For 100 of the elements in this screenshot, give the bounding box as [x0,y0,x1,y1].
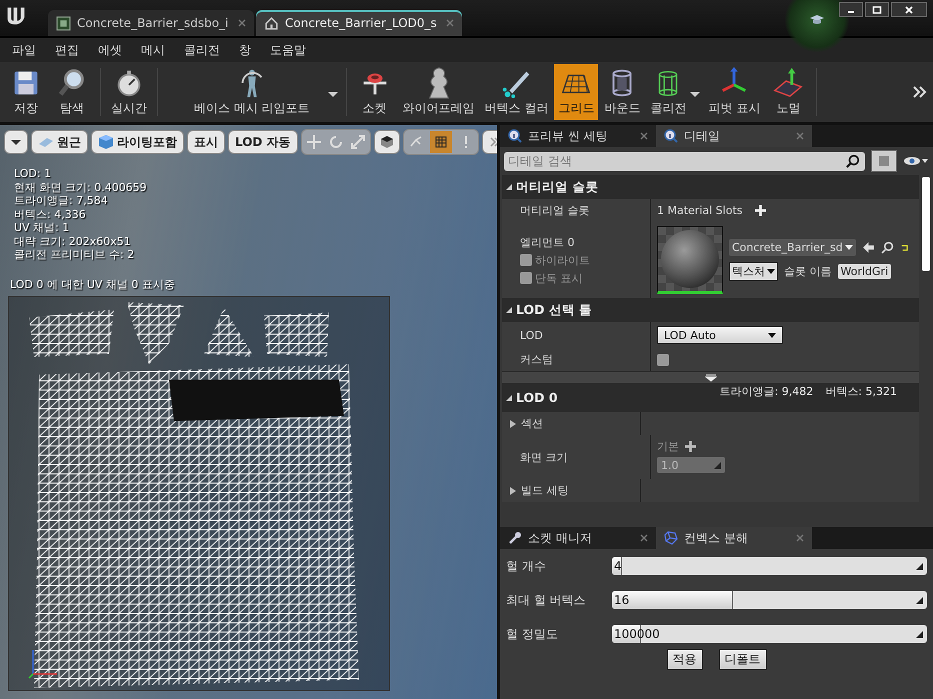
close-icon [904,4,914,14]
close-icon[interactable] [640,132,648,140]
menu-item[interactable]: 도움말 [270,42,306,58]
close-icon[interactable] [238,19,246,27]
toolbar-button[interactable]: 와이어프레임 [398,64,479,120]
maximize-icon [872,4,882,14]
maximize-button[interactable] [865,2,889,17]
wrench-icon [508,531,522,545]
minimize-button[interactable] [839,2,863,17]
checkbox[interactable] [657,354,669,366]
toolbar-button[interactable]: 바운드 [600,64,644,120]
viewport-button[interactable]: 라이팅포함 [91,130,184,154]
tree-item[interactable]: 섹션 [521,416,543,431]
slider-field[interactable]: 4 [612,557,927,575]
plus-icon[interactable] [685,441,696,452]
stat-text: 콜리전 프리미티브 수: 2 [14,248,136,262]
action-button[interactable]: 적용 [666,649,702,670]
tree-item[interactable]: 빌드 세팅 [521,483,568,498]
close-icon[interactable] [640,534,648,542]
slot-name-field[interactable]: WorldGri [838,264,892,279]
view-options-button[interactable] [871,150,897,172]
panel-tab[interactable]: 디테일 [656,125,812,147]
close-icon[interactable] [796,534,804,542]
slider-label: 헐 정밀도 [506,626,559,642]
property-label: 엘리먼트 0 [520,234,574,250]
viewport-button[interactable]: LOD 자동 [228,130,298,154]
checkbox[interactable] [520,272,532,284]
triangle-count: 트라이앵글: 9,482 [720,384,814,399]
info-magnifier-icon [664,129,678,143]
polyhedron-icon [664,531,678,545]
menu-item[interactable]: 파일 [12,42,36,58]
scrollbar-thumb[interactable] [922,177,930,271]
toolbar-button[interactable]: 피벗 표시 [704,64,764,120]
slider-label: 헐 개수 [506,558,547,574]
platform-label: 기본 [657,439,679,454]
material-dropdown[interactable]: Concrete_Barrier_sd [729,239,856,256]
menu-item[interactable]: 콜리전 [184,42,220,58]
document-tab[interactable]: Concrete_Barrier_LOD0_s [256,10,462,36]
menu-item[interactable]: 메시 [141,42,165,58]
expand-arrow-icon[interactable] [704,374,716,382]
document-tab[interactable]: Concrete_Barrier_sdsbo_i [48,10,254,36]
vertex-count: 버텍스: 5,321 [825,384,897,399]
viewport-button[interactable]: 표시 [187,130,225,154]
close-icon[interactable] [796,132,804,140]
material-sphere-thumbnail[interactable] [657,226,723,294]
cube-icon [98,134,114,150]
toolbar-button[interactable]: 콜리전 [646,64,702,120]
toolbar-button[interactable]: 저장 [4,64,48,120]
stat-text: 버텍스: 4,336 [14,208,87,221]
toolbar-button[interactable]: 그리드 [554,64,598,120]
toolbar-button[interactable]: 베이스 메시 리임포트 [164,64,340,120]
action-button[interactable]: 디폴트 [718,649,766,670]
section-header[interactable]: LOD 0 [516,390,558,405]
grid-icon [434,136,447,148]
search-field[interactable]: 디테일 검색 [504,152,865,170]
slider-field[interactable]: 16 [612,591,927,609]
viewport-button[interactable]: 원근 [31,130,88,154]
toolbar-button[interactable]: 실시간 [107,64,151,120]
house-icon [264,16,279,30]
info-magnifier-icon [508,129,522,143]
lod-dropdown[interactable]: LOD Auto [657,326,783,344]
chevron-right-icon[interactable] [911,84,927,100]
arrow-left-icon[interactable] [862,241,875,254]
close-button[interactable] [891,2,927,17]
cube-button[interactable] [374,130,400,154]
panel-tab[interactable]: 프리뷰 씬 세팅 [500,125,656,147]
checkbox[interactable] [520,254,532,266]
toolbar-button[interactable]: 노멀 [766,64,810,120]
stat-text: UV 채널: 1 [14,221,70,234]
checkbox-label: 단독 표시 [535,270,582,286]
uv-caption: LOD 0 에 대한 UV 채널 0 표시중 [9,276,176,292]
list-icon [878,155,890,167]
texture-dropdown[interactable]: 텍스처 [729,262,778,281]
panel-tab[interactable]: 컨벡스 분해 [656,527,812,549]
view-options-button[interactable] [4,130,28,154]
texture-icon [56,16,71,30]
property-label: 슬롯 이름 [784,264,832,279]
grid-snap-button[interactable] [430,131,452,153]
section-header[interactable]: LOD 선택 툴 [516,302,592,318]
menu-item[interactable]: 편집 [55,42,79,58]
toolbar-button[interactable]: 소켓 [352,64,397,120]
menu-item[interactable]: 에셋 [98,42,122,58]
search-icon[interactable] [880,241,894,254]
checkbox-label: 하이라이트 [535,252,590,268]
section-header[interactable]: 머티리얼 슬롯 [516,178,598,196]
stat-text: LOD: 1 [14,167,52,180]
menu-item[interactable]: 창 [239,42,251,58]
eye-icon[interactable] [903,155,929,167]
search-icon [846,154,860,168]
slider-label: 최대 헐 버텍스 [506,592,587,608]
property-label: LOD [520,328,543,342]
property-label: 커스텀 [520,352,553,367]
property-label: 화면 크기 [520,450,568,464]
toolbar-button[interactable]: 탐색 [50,64,94,120]
stat-text: 대략 크기: 202x60x51 [14,234,132,248]
toolbar-button[interactable]: 버텍스 컬러 [480,64,552,120]
panel-tab[interactable]: 소켓 매니저 [500,527,656,549]
close-icon[interactable] [446,19,454,27]
property-label: 머티리얼 슬롯 [520,203,590,218]
property-value: 1 Material Slots [657,204,742,217]
